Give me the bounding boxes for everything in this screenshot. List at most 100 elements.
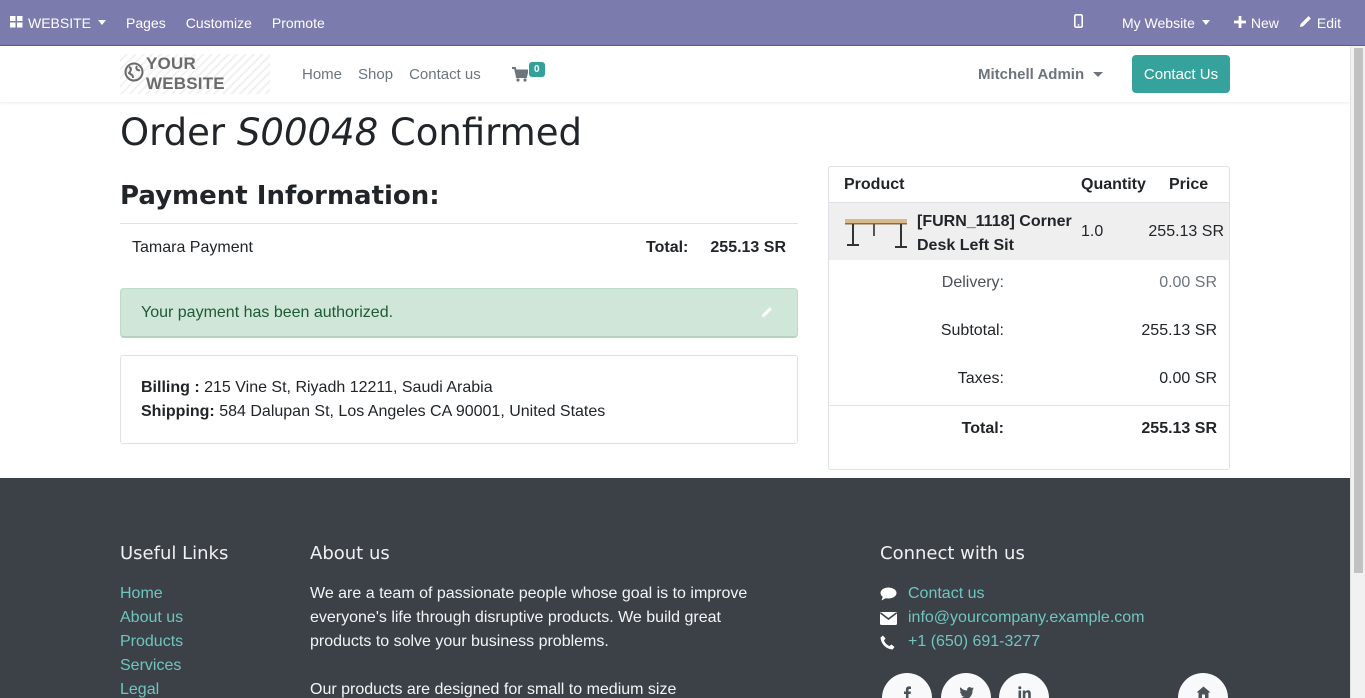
taxes-label: Taxes: [957, 370, 1004, 387]
contact-us-button[interactable]: Contact Us [1132, 55, 1230, 93]
order-summary: Product Quantity Price [FURN_1118] Corne… [828, 166, 1230, 470]
footer-link-products[interactable]: Products [120, 630, 183, 654]
envelope-icon [880, 611, 908, 625]
linkedin-button[interactable] [999, 673, 1049, 698]
payment-total-value: 255.13 SR [710, 238, 786, 256]
delivery-row: Delivery: 0.00 SR [829, 260, 1229, 308]
address-card: Billing : 215 Vine St, Riyadh 12211, Sau… [120, 355, 798, 444]
total-row: Total: 255.13 SR [829, 405, 1229, 453]
home-icon [1196, 686, 1211, 698]
connect-list: Contact us info@yourcompany.example.com … [880, 582, 1145, 654]
apps-icon [10, 15, 28, 31]
edit-button[interactable]: Edit [1289, 0, 1351, 45]
pencil-icon [1299, 15, 1317, 31]
useful-links-list: Home About us Products Services Legal [120, 582, 183, 698]
chevron-down-icon [98, 20, 107, 25]
website-apps-menu[interactable]: WEBSITE [0, 0, 116, 45]
summary-product-row: [FURN_1118] Corner Desk Left Sit 1.0 255… [829, 202, 1229, 260]
edit-label: Edit [1316, 14, 1341, 31]
plus-icon [1233, 15, 1251, 31]
scrollbar-thumb[interactable] [1354, 48, 1363, 573]
mobile-icon [1073, 14, 1088, 31]
nav-home[interactable]: Home [294, 66, 350, 83]
footer-link-about[interactable]: About us [120, 606, 183, 630]
logo-text: YOUR WEBSITE [146, 54, 225, 93]
title-prefix: Order [120, 111, 226, 154]
globe-icon [120, 62, 146, 87]
nav-shop[interactable]: Shop [350, 66, 401, 83]
linkedin-icon [1017, 686, 1031, 698]
admin-navbar: WEBSITE Pages Customize Promote My Websi… [0, 0, 1365, 46]
taxes-row: Taxes: 0.00 SR [829, 356, 1229, 404]
cart-link[interactable]: 0 [512, 60, 545, 87]
footer-link-home[interactable]: Home [120, 582, 183, 606]
payment-status-alert: Your payment has been authorized. [120, 288, 798, 338]
payment-heading: Payment Information: [120, 181, 440, 211]
billing-line: Billing : 215 Vine St, Riyadh 12211, Sau… [141, 376, 777, 400]
taxes-value: 0.00 SR [1159, 370, 1217, 387]
shipping-label: Shipping: [141, 403, 215, 420]
site-logo[interactable]: YOUR WEBSITE [120, 54, 270, 94]
about-paragraph-1: We are a team of passionate people whose… [310, 585, 748, 650]
page-title: Order S00048 Confirmed [120, 111, 582, 154]
shipping-address: 584 Dalupan St, Los Angeles CA 90001, Un… [219, 403, 606, 420]
payment-total-label: Total: [646, 238, 689, 256]
home-button[interactable] [1178, 673, 1228, 698]
nav-contact-us[interactable]: Contact us [401, 66, 489, 83]
payment-row: Tamara Payment Total: 255.13 SR [120, 223, 798, 271]
connect-phone-row: +1 (650) 691-3277 [880, 630, 1145, 654]
col-price: Price [1169, 176, 1209, 193]
subtotal-value: 255.13 SR [1141, 322, 1217, 339]
mobile-preview-button[interactable] [1064, 0, 1112, 45]
billing-label: Billing : [141, 379, 200, 396]
promote-menu[interactable]: Promote [262, 0, 335, 45]
footer-link-legal[interactable]: Legal [120, 678, 183, 698]
footer-email-link[interactable]: info@yourcompany.example.com [908, 606, 1145, 630]
chevron-down-icon [1201, 20, 1210, 25]
product-image [843, 213, 909, 251]
my-website-dropdown[interactable]: My Website [1112, 0, 1224, 45]
pages-menu[interactable]: Pages [116, 0, 176, 45]
new-button[interactable]: New [1224, 0, 1289, 45]
site-footer: Useful Links Home About us Products Serv… [0, 478, 1350, 698]
about-text: We are a team of passionate people whose… [310, 582, 760, 698]
product-price: 255.13 SR [1148, 223, 1224, 240]
twitter-icon [958, 686, 974, 698]
new-label: New [1250, 14, 1279, 31]
facebook-icon [902, 686, 912, 698]
subtotal-row: Subtotal: 255.13 SR [829, 308, 1229, 356]
connect-contact-row: Contact us [880, 582, 1145, 606]
delivery-label: Delivery: [941, 274, 1004, 291]
subtotal-label: Subtotal: [940, 322, 1004, 339]
cart-icon [512, 67, 529, 87]
connect-heading: Connect with us [880, 543, 1025, 564]
customize-menu[interactable]: Customize [176, 0, 262, 45]
footer-link-services[interactable]: Services [120, 654, 183, 678]
facebook-button[interactable] [882, 673, 932, 698]
footer-contact-link[interactable]: Contact us [908, 582, 984, 606]
useful-links-heading: Useful Links [120, 543, 229, 564]
total-label: Total: [961, 420, 1004, 437]
page-scrollbar[interactable] [1350, 46, 1365, 698]
summary-header: Product Quantity Price [829, 167, 1229, 202]
delivery-value: 0.00 SR [1159, 274, 1217, 291]
about-heading: About us [310, 543, 390, 564]
comment-icon [880, 587, 908, 601]
footer-phone-link[interactable]: +1 (650) 691-3277 [908, 630, 1040, 654]
pencil-icon[interactable] [761, 305, 773, 323]
my-website-label: My Website [1121, 14, 1195, 31]
payment-method: Tamara Payment [132, 238, 253, 256]
product-name[interactable]: [FURN_1118] Corner Desk Left Sit [917, 210, 1077, 258]
main-nav: Home Shop Contact us [294, 46, 489, 102]
cart-count-badge: 0 [529, 62, 545, 77]
chevron-down-icon [1093, 71, 1104, 77]
col-product: Product [844, 176, 905, 193]
twitter-button[interactable] [941, 673, 991, 698]
billing-address: 215 Vine St, Riyadh 12211, Saudi Arabia [204, 379, 493, 396]
total-value: 255.13 SR [1141, 420, 1217, 437]
website-menu-label: WEBSITE [28, 14, 92, 31]
connect-email-row: info@yourcompany.example.com [880, 606, 1145, 630]
phone-icon [880, 635, 908, 650]
user-dropdown[interactable]: Mitchell Admin [978, 46, 1104, 102]
site-header: YOUR WEBSITE Home Shop Contact us 0 Mitc… [0, 46, 1350, 102]
